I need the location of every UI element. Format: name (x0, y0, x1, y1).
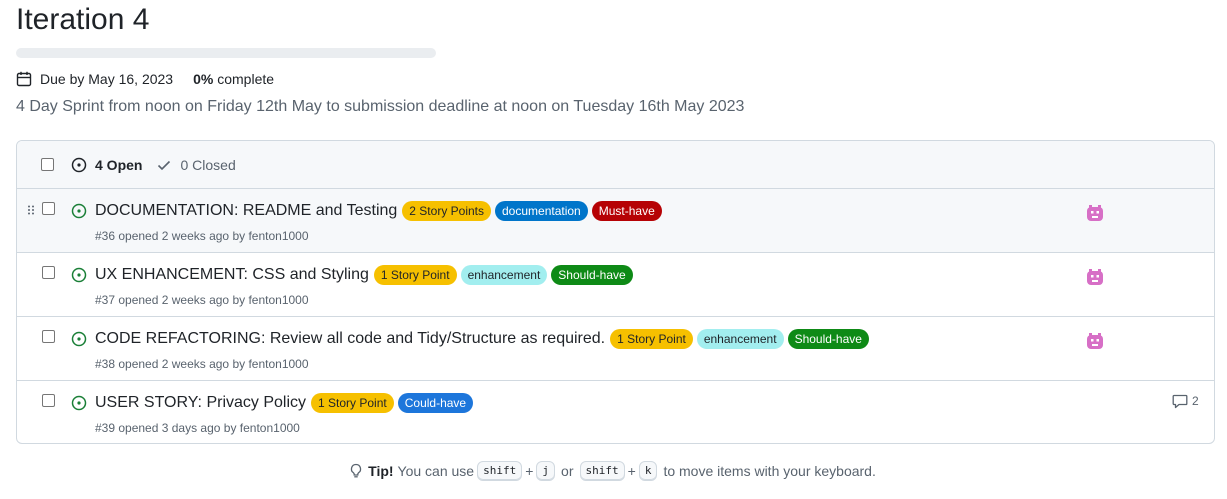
issue-list-header: 4 Open 0 Closed (17, 141, 1214, 189)
label-story-points[interactable]: 2 Story Points (402, 201, 491, 221)
issue-title[interactable]: USER STORY: Privacy Policy (95, 394, 306, 412)
lightbulb-icon (350, 463, 362, 478)
tip-lead: Tip! (368, 463, 394, 479)
issue-meta: #36 opened 2 weeks ago by fenton1000 (95, 229, 309, 243)
key-k: k (638, 461, 658, 481)
issue-title-line: DOCUMENTATION: README and Testing 2 Stor… (95, 199, 666, 223)
label-story-points[interactable]: 1 Story Point (373, 265, 457, 285)
label-enhancement[interactable]: enhancement (460, 265, 548, 285)
issue-title-line: CODE REFACTORING: Review all code and Ti… (95, 327, 873, 351)
check-icon (158, 160, 171, 170)
label-story-points[interactable]: 1 Story Point (311, 393, 394, 413)
issue-checkbox[interactable] (42, 202, 55, 215)
key-plus: + (525, 463, 534, 479)
issue-open-icon (71, 395, 87, 411)
calendar-icon (16, 71, 32, 87)
label-story-points[interactable]: 1 Story Point (610, 329, 693, 349)
issue-row[interactable]: USER STORY: Privacy Policy 1 Story Point… (17, 381, 1214, 443)
label-could-have[interactable]: Could-have (397, 393, 474, 413)
label-must-have[interactable]: Must-have (591, 201, 662, 221)
avatar-icon[interactable] (1085, 203, 1105, 223)
issue-checkbox[interactable] (42, 394, 55, 407)
comment-icon (1172, 394, 1188, 409)
select-all-checkbox[interactable] (41, 158, 54, 171)
issue-open-icon (71, 157, 87, 172)
issue-open-icon (71, 203, 87, 219)
issue-open-icon (71, 331, 87, 347)
percent-suffix: complete (217, 71, 275, 87)
tip-text-2: to move items with your keyboard. (663, 463, 876, 479)
keyboard-tip: Tip! You can use shift + j or shift + k … (0, 461, 1227, 481)
percent-complete: 0% complete (193, 71, 274, 87)
issue-row[interactable]: CODE REFACTORING: Review all code and Ti… (17, 317, 1214, 381)
progress-bar (16, 48, 436, 58)
milestone-title: Iteration 4 (16, 3, 150, 36)
comment-count[interactable]: 2 (1172, 393, 1199, 409)
closed-filter[interactable]: 0 Closed (156, 156, 236, 173)
avatar-icon[interactable] (1085, 267, 1105, 287)
key-shift: shift (579, 461, 625, 481)
issue-title[interactable]: DOCUMENTATION: README and Testing (95, 202, 397, 220)
label-should-have[interactable]: Should-have (787, 329, 869, 349)
issue-checkbox[interactable] (42, 266, 55, 279)
percent-value: 0% (193, 71, 214, 87)
issue-meta: #38 opened 2 weeks ago by fenton1000 (95, 357, 309, 371)
open-count: 4 Open (95, 156, 143, 173)
due-date: Due by May 16, 2023 (40, 71, 174, 87)
milestone-meta: Due by May 16, 2023 0% complete (16, 69, 274, 89)
label-should-have[interactable]: Should-have (551, 265, 633, 285)
avatar-icon[interactable] (1085, 331, 1105, 351)
issue-title[interactable]: CODE REFACTORING: Review all code and Ti… (95, 330, 605, 348)
issue-title-line: USER STORY: Privacy Policy 1 Story Point… (95, 391, 477, 415)
key-shift: shift (477, 461, 523, 481)
issue-open-icon (71, 267, 87, 283)
label-documentation[interactable]: documentation (495, 201, 588, 221)
issue-title[interactable]: UX ENHANCEMENT: CSS and Styling (95, 266, 369, 284)
key-j: j (536, 461, 556, 481)
issue-list: 4 Open 0 Closed DOCUMENTATION: README an… (16, 140, 1215, 444)
open-filter[interactable]: 4 Open (71, 157, 142, 173)
tip-text-1: You can use (397, 463, 475, 479)
key-plus: + (627, 463, 636, 479)
issue-meta: #39 opened 3 days ago by fenton1000 (95, 421, 300, 435)
closed-count: 0 Closed (180, 156, 236, 173)
drag-handle-icon[interactable] (27, 205, 35, 215)
label-enhancement[interactable]: enhancement (696, 329, 784, 349)
issue-row[interactable]: UX ENHANCEMENT: CSS and Styling 1 Story … (17, 253, 1214, 317)
issue-checkbox[interactable] (42, 330, 55, 343)
milestone-description: 4 Day Sprint from noon on Friday 12th Ma… (16, 98, 745, 115)
issue-title-line: UX ENHANCEMENT: CSS and Styling 1 Story … (95, 263, 637, 287)
tip-or: or (561, 463, 574, 479)
issue-meta: #37 opened 2 weeks ago by fenton1000 (95, 293, 309, 307)
comment-count-value: 2 (1192, 394, 1199, 408)
issue-row[interactable]: DOCUMENTATION: README and Testing 2 Stor… (17, 189, 1214, 253)
milestone-page: Iteration 4 Due by May 16, 2023 0% compl… (0, 0, 1227, 499)
